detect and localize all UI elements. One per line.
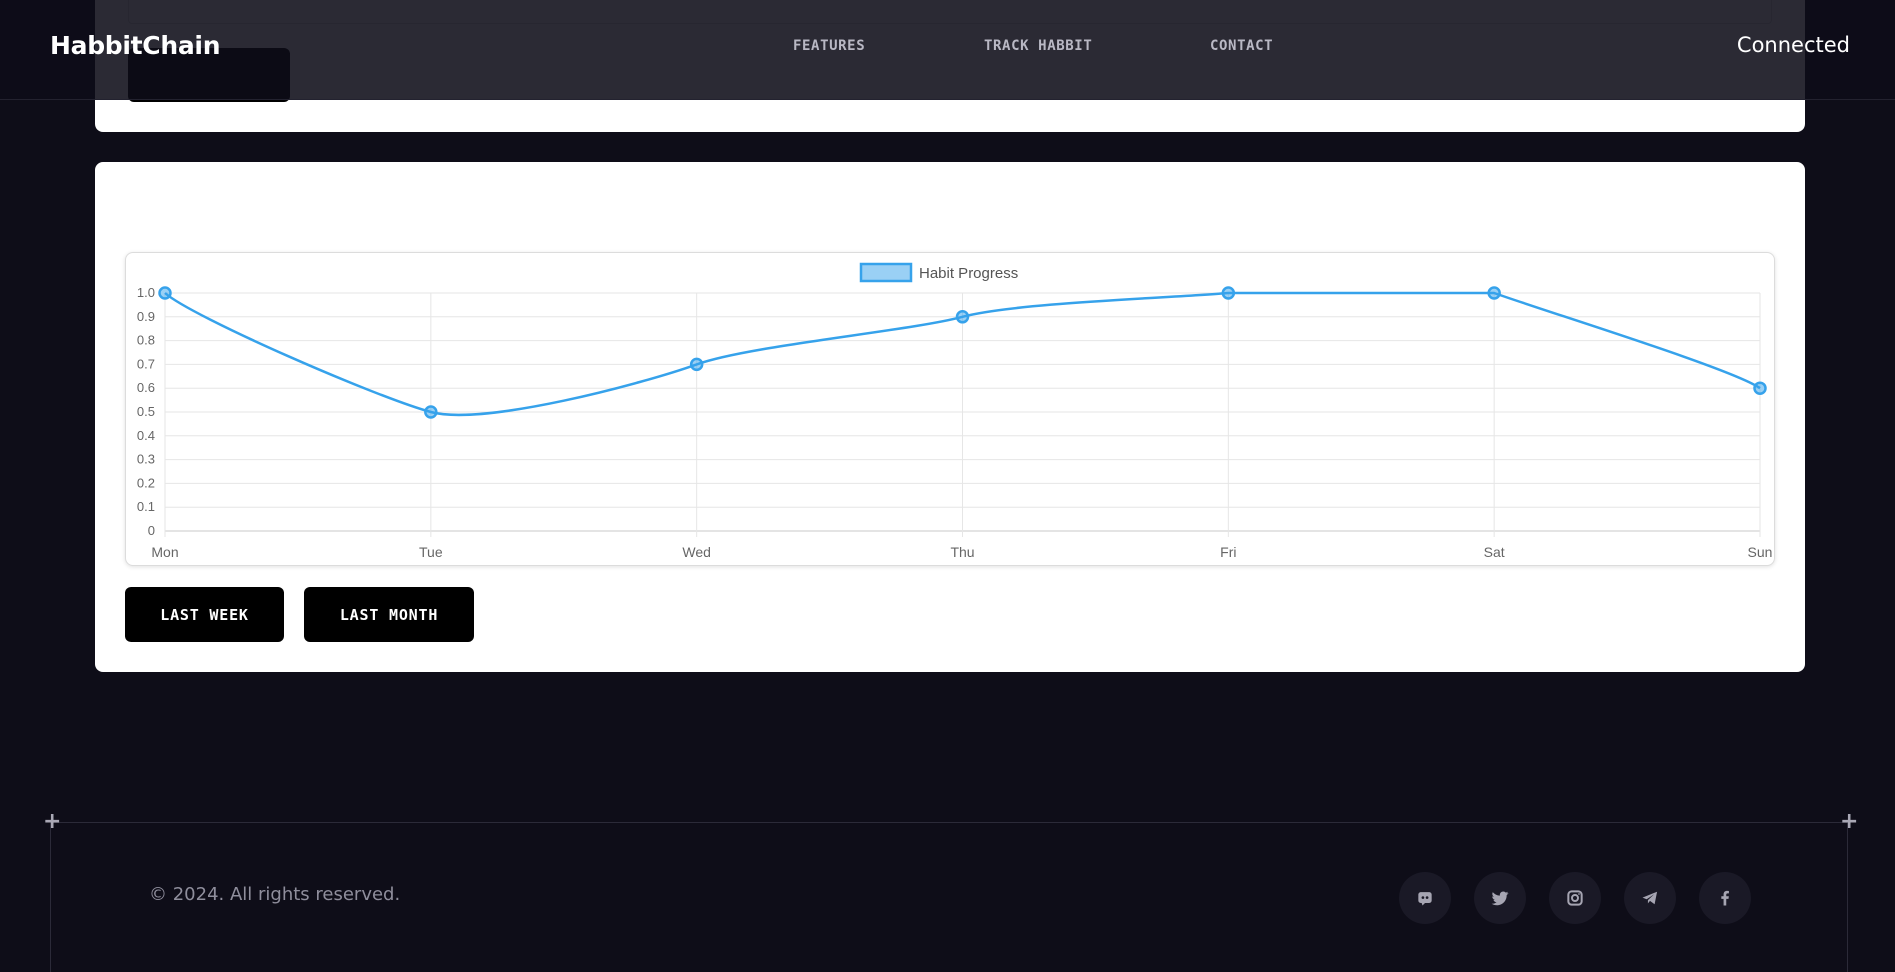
last-month-button[interactable]: LAST MONTH bbox=[304, 587, 474, 642]
y-tick-label: 0.1 bbox=[137, 499, 155, 514]
wallet-connected-button[interactable]: Connected bbox=[1737, 33, 1850, 57]
legend-label: Habit Progress bbox=[919, 265, 1018, 282]
plus-icon: + bbox=[43, 809, 62, 834]
copyright-text: © 2024. All rights reserved. bbox=[149, 884, 401, 905]
telegram-icon[interactable] bbox=[1624, 872, 1676, 924]
y-tick-label: 0 bbox=[148, 523, 155, 538]
chart-svg: 0 0.1 0.2 0.3 0.4 0.5 0.6 0.7 0.8 0.9 1.0 Mon Tue Wed… bbox=[137, 262, 1773, 560]
top-navbar: HabbitChain FEATURES TRACK HABBIT CONTAC… bbox=[0, 0, 1895, 100]
twitter-icon[interactable] bbox=[1474, 872, 1526, 924]
x-tick-label: Thu bbox=[950, 544, 974, 560]
facebook-icon[interactable] bbox=[1699, 872, 1751, 924]
data-point bbox=[1753, 381, 1767, 395]
brand-logo[interactable]: HabbitChain bbox=[50, 31, 220, 60]
nav-features[interactable]: FEATURES bbox=[793, 38, 865, 54]
footer-divider bbox=[50, 822, 1848, 823]
y-tick-label: 0.2 bbox=[137, 475, 155, 490]
data-point bbox=[1487, 286, 1501, 300]
nav-contact[interactable]: CONTACT bbox=[1210, 38, 1273, 54]
data-point bbox=[158, 286, 172, 300]
y-tick-label: 0.4 bbox=[137, 428, 155, 443]
y-tick-label: 0.9 bbox=[137, 309, 155, 324]
footer-border-right bbox=[1847, 822, 1848, 972]
y-tick-label: 0.3 bbox=[137, 452, 155, 467]
data-point bbox=[955, 310, 970, 324]
discord-icon[interactable] bbox=[1399, 872, 1451, 924]
progress-card: 0 0.1 0.2 0.3 0.4 0.5 0.6 0.7 0.8 0.9 1.0 Mon Tue Wed… bbox=[95, 162, 1805, 672]
x-tick-label: Sun bbox=[1748, 544, 1773, 560]
y-tick-label: 0.6 bbox=[137, 380, 155, 395]
legend-swatch bbox=[859, 262, 913, 283]
nav-track-habbit[interactable]: TRACK HABBIT bbox=[984, 38, 1092, 54]
y-tick-label: 1.0 bbox=[137, 285, 155, 300]
y-tick-label: 0.7 bbox=[137, 356, 155, 371]
data-point bbox=[424, 405, 438, 419]
x-tick-label: Wed bbox=[682, 544, 711, 560]
last-week-button[interactable]: LAST WEEK bbox=[125, 587, 284, 642]
plus-icon: + bbox=[1840, 809, 1859, 834]
y-tick-label: 0.5 bbox=[137, 404, 155, 419]
x-tick-label: Mon bbox=[151, 544, 178, 560]
instagram-icon[interactable] bbox=[1549, 872, 1601, 924]
habit-progress-chart: 0 0.1 0.2 0.3 0.4 0.5 0.6 0.7 0.8 0.9 1.0 Mon Tue Wed… bbox=[125, 252, 1775, 566]
x-tick-label: Tue bbox=[419, 544, 443, 560]
y-tick-label: 0.8 bbox=[137, 333, 155, 348]
data-point bbox=[1221, 286, 1236, 300]
data-point bbox=[689, 357, 704, 372]
footer-border-left bbox=[50, 822, 51, 972]
x-tick-label: Fri bbox=[1220, 544, 1236, 560]
x-tick-label: Sat bbox=[1484, 544, 1505, 560]
